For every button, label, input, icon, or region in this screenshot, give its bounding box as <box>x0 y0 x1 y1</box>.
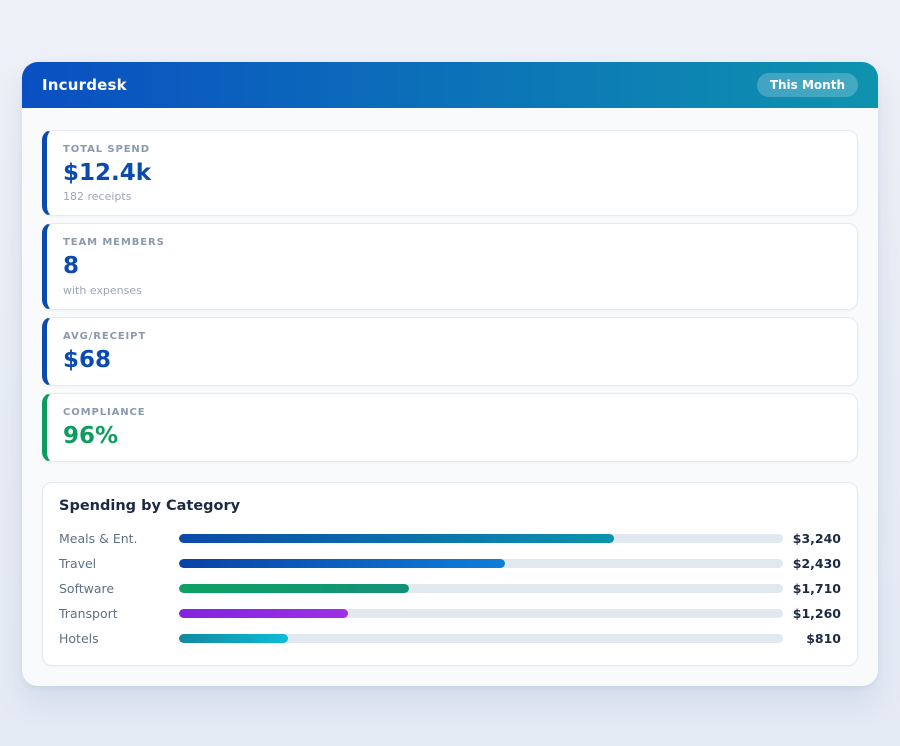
category-label: Travel <box>59 556 179 571</box>
stat-card-compliance: COMPLIANCE 96% <box>42 393 858 462</box>
bar-track <box>179 534 783 543</box>
stat-card-total-spend: TOTAL SPEND $12.4k 182 receipts <box>42 130 858 216</box>
stat-value: $68 <box>63 348 841 373</box>
bar-track <box>179 634 783 643</box>
app-header: Incurdesk This Month <box>22 62 878 108</box>
chart-row-transport: Transport $1,260 <box>59 601 841 626</box>
stat-value: $12.4k <box>63 161 841 186</box>
bar-fill <box>179 634 288 643</box>
stat-card-avg-receipt: AVG/RECEIPT $68 <box>42 317 858 386</box>
bar-fill <box>179 534 614 543</box>
stat-subtext: 182 receipts <box>63 190 841 203</box>
category-value: $3,240 <box>783 531 841 546</box>
stat-label: AVG/RECEIPT <box>63 331 841 342</box>
stat-subtext: with expenses <box>63 284 841 297</box>
chart-row-software: Software $1,710 <box>59 576 841 601</box>
category-value: $2,430 <box>783 556 841 571</box>
stat-value: 8 <box>63 254 841 279</box>
category-label: Meals & Ent. <box>59 531 179 546</box>
dashboard-content: TOTAL SPEND $12.4k 182 receipts TEAM MEM… <box>22 108 878 666</box>
bar-track <box>179 584 783 593</box>
category-value: $810 <box>783 631 841 646</box>
stat-card-team-members: TEAM MEMBERS 8 with expenses <box>42 223 858 309</box>
stat-label: TEAM MEMBERS <box>63 237 841 248</box>
stat-value: 96% <box>63 424 841 449</box>
category-label: Hotels <box>59 631 179 646</box>
category-value: $1,710 <box>783 581 841 596</box>
bar-track <box>179 609 783 618</box>
bar-track <box>179 559 783 568</box>
bar-fill <box>179 584 409 593</box>
app-title: Incurdesk <box>42 76 127 94</box>
chart-row-meals: Meals & Ent. $3,240 <box>59 526 841 551</box>
stat-label: TOTAL SPEND <box>63 144 841 155</box>
chart-row-travel: Travel $2,430 <box>59 551 841 576</box>
spending-by-category-chart: Spending by Category Meals & Ent. $3,240… <box>42 482 858 666</box>
stat-label: COMPLIANCE <box>63 407 841 418</box>
chart-title: Spending by Category <box>59 498 841 514</box>
category-value: $1,260 <box>783 606 841 621</box>
category-label: Transport <box>59 606 179 621</box>
category-label: Software <box>59 581 179 596</box>
app-panel: Incurdesk This Month TOTAL SPEND $12.4k … <box>22 62 878 686</box>
period-badge[interactable]: This Month <box>757 73 858 97</box>
bar-fill <box>179 559 505 568</box>
bar-fill <box>179 609 348 618</box>
chart-row-hotels: Hotels $810 <box>59 626 841 651</box>
